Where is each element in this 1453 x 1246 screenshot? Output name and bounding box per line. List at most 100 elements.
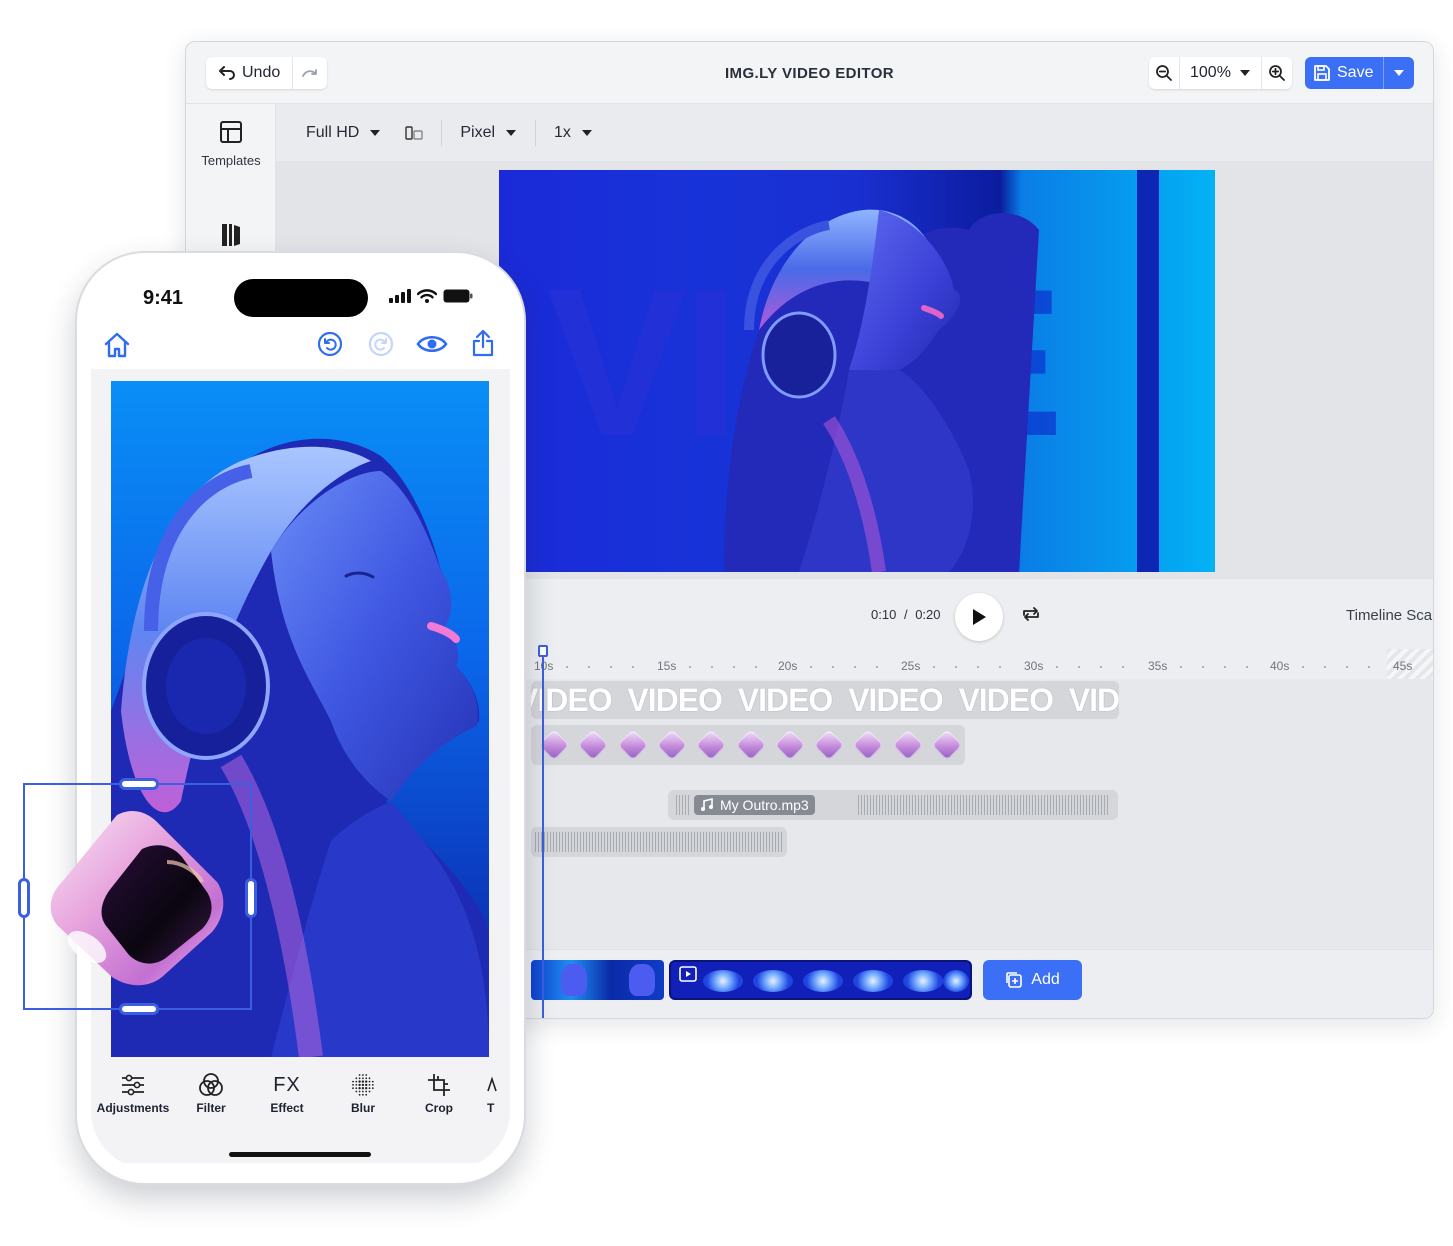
save-button-group: Save — [1305, 57, 1415, 89]
sticker-thumb — [734, 729, 767, 761]
blur-dot — [368, 1087, 371, 1090]
save-button[interactable]: Save — [1305, 57, 1385, 89]
timeline-scale-label[interactable]: Timeline Sca — [1346, 607, 1432, 624]
resize-handle-right[interactable] — [245, 878, 257, 918]
blur-dot — [352, 1080, 354, 1083]
ruler-tick — [711, 666, 713, 668]
loop-button[interactable] — [1020, 605, 1042, 628]
resize-handle-top[interactable] — [119, 778, 159, 790]
blur-dot — [365, 1074, 368, 1076]
sticker-thumb — [695, 729, 727, 761]
ruler-tick — [1346, 666, 1348, 668]
sidebar-templates-label: Templates — [201, 153, 261, 168]
blur-dot — [358, 1090, 361, 1093]
save-label: Save — [1337, 64, 1374, 81]
blur-dot — [365, 1093, 368, 1096]
tool-label: Blur — [351, 1101, 375, 1115]
ruler-tick — [933, 666, 935, 668]
blur-dot — [352, 1084, 354, 1086]
blur-dot — [355, 1087, 358, 1090]
play-icon — [973, 609, 986, 625]
tool-blur[interactable]: Blur — [325, 1071, 401, 1115]
caret-down-icon — [581, 129, 592, 136]
eye-icon — [416, 335, 448, 353]
clip-frame-figure — [561, 964, 587, 996]
tool-filter[interactable]: Filter — [173, 1071, 249, 1115]
zoom-in-button[interactable] — [1262, 57, 1292, 89]
ruler-tick — [999, 666, 1001, 668]
save-options-dropdown[interactable] — [1384, 57, 1414, 89]
redo-button-mobile[interactable] — [368, 331, 394, 362]
home-button[interactable] — [103, 331, 131, 364]
blur-dot — [365, 1083, 368, 1087]
blur-dot — [355, 1080, 358, 1083]
toolbar-divider — [441, 119, 443, 146]
editor-topbar: Undo IMG.LY VIDEO EDITOR 100% Save — [186, 42, 1433, 104]
ruler-tick — [1324, 666, 1326, 668]
play-button[interactable] — [955, 593, 1003, 641]
home-indicator — [229, 1152, 371, 1157]
sticker-thumb — [813, 729, 845, 761]
audio-waveform — [858, 795, 1108, 815]
clip-frame-thumb — [703, 970, 743, 992]
blur-dot — [355, 1090, 358, 1093]
share-button[interactable] — [471, 329, 495, 362]
selected-sticker-bounding-box[interactable] — [18, 778, 257, 1015]
tool-effect[interactable]: FX Effect — [249, 1071, 325, 1116]
share-icon — [472, 329, 494, 357]
video-preview[interactable]: VI E — [499, 170, 1215, 572]
tool-text-partial[interactable]: T — [487, 1071, 510, 1115]
audio-track-clip[interactable]: My Outro.mp3 — [668, 790, 1118, 820]
zoom-level-dropdown[interactable]: 100% — [1179, 57, 1262, 89]
resize-handle-bottom[interactable] — [119, 1003, 159, 1015]
video-clip-selected[interactable] — [669, 960, 972, 1000]
music-note-icon — [701, 798, 713, 811]
unit-dropdown[interactable]: Pixel — [460, 124, 517, 142]
3d-cube-sticker — [50, 811, 224, 986]
blur-dot — [368, 1090, 371, 1093]
fx-icon: FX — [273, 1073, 301, 1096]
preview-button[interactable] — [416, 333, 448, 360]
ruler-tick — [610, 666, 612, 668]
blur-dot — [365, 1080, 368, 1083]
blur-dot — [365, 1090, 368, 1093]
sidebar-item-library[interactable] — [186, 222, 276, 251]
blur-dot — [358, 1074, 361, 1076]
ruler-tick — [955, 666, 957, 668]
text-track-clip[interactable]: VIDEO VIDEO VIDEO VIDEO VIDEO VIDE — [531, 681, 1119, 719]
zoom-level-value: 100% — [1190, 64, 1231, 81]
resize-handle-left[interactable] — [18, 878, 30, 918]
ruler-tick — [1246, 666, 1248, 668]
add-media-icon — [1006, 972, 1023, 988]
unit-value: Pixel — [460, 123, 496, 141]
playback-time: 0:10 / 0:20 — [871, 607, 941, 622]
orientation-toggle[interactable] — [405, 125, 423, 141]
sticker-track-clip[interactable] — [531, 725, 965, 765]
loop-icon — [1023, 607, 1039, 621]
video-clip-thumbnail[interactable] — [531, 960, 664, 1000]
tool-crop[interactable]: Crop — [401, 1071, 477, 1115]
add-clip-button[interactable]: Add — [983, 960, 1082, 1000]
scale-value: 1x — [554, 123, 571, 141]
sticker-thumb — [577, 729, 609, 761]
ruler-tick — [1202, 666, 1204, 668]
playhead-line[interactable] — [542, 655, 544, 1018]
tool-label: Effect — [270, 1101, 304, 1115]
zoom-out-button[interactable] — [1149, 57, 1179, 89]
ruler-tick — [876, 666, 878, 668]
ruler-tick — [854, 666, 856, 668]
sticker-thumb — [656, 729, 688, 761]
format-dropdown[interactable]: Full HD — [306, 124, 381, 142]
blur-dot — [358, 1077, 361, 1080]
sidebar-item-templates[interactable]: Templates — [186, 120, 276, 168]
ruler-tick — [810, 666, 812, 668]
clip-frame-thumb — [753, 970, 793, 992]
scale-dropdown[interactable]: 1x — [554, 124, 593, 142]
audio-track-clip-2[interactable] — [531, 827, 787, 857]
undo-button-mobile[interactable] — [317, 331, 343, 362]
blur-dot — [371, 1084, 374, 1086]
ruler-tick — [689, 666, 691, 668]
tool-adjustments[interactable]: Adjustments — [95, 1071, 171, 1115]
wifi-icon — [417, 289, 437, 303]
ruler-label: 20s — [778, 659, 798, 673]
